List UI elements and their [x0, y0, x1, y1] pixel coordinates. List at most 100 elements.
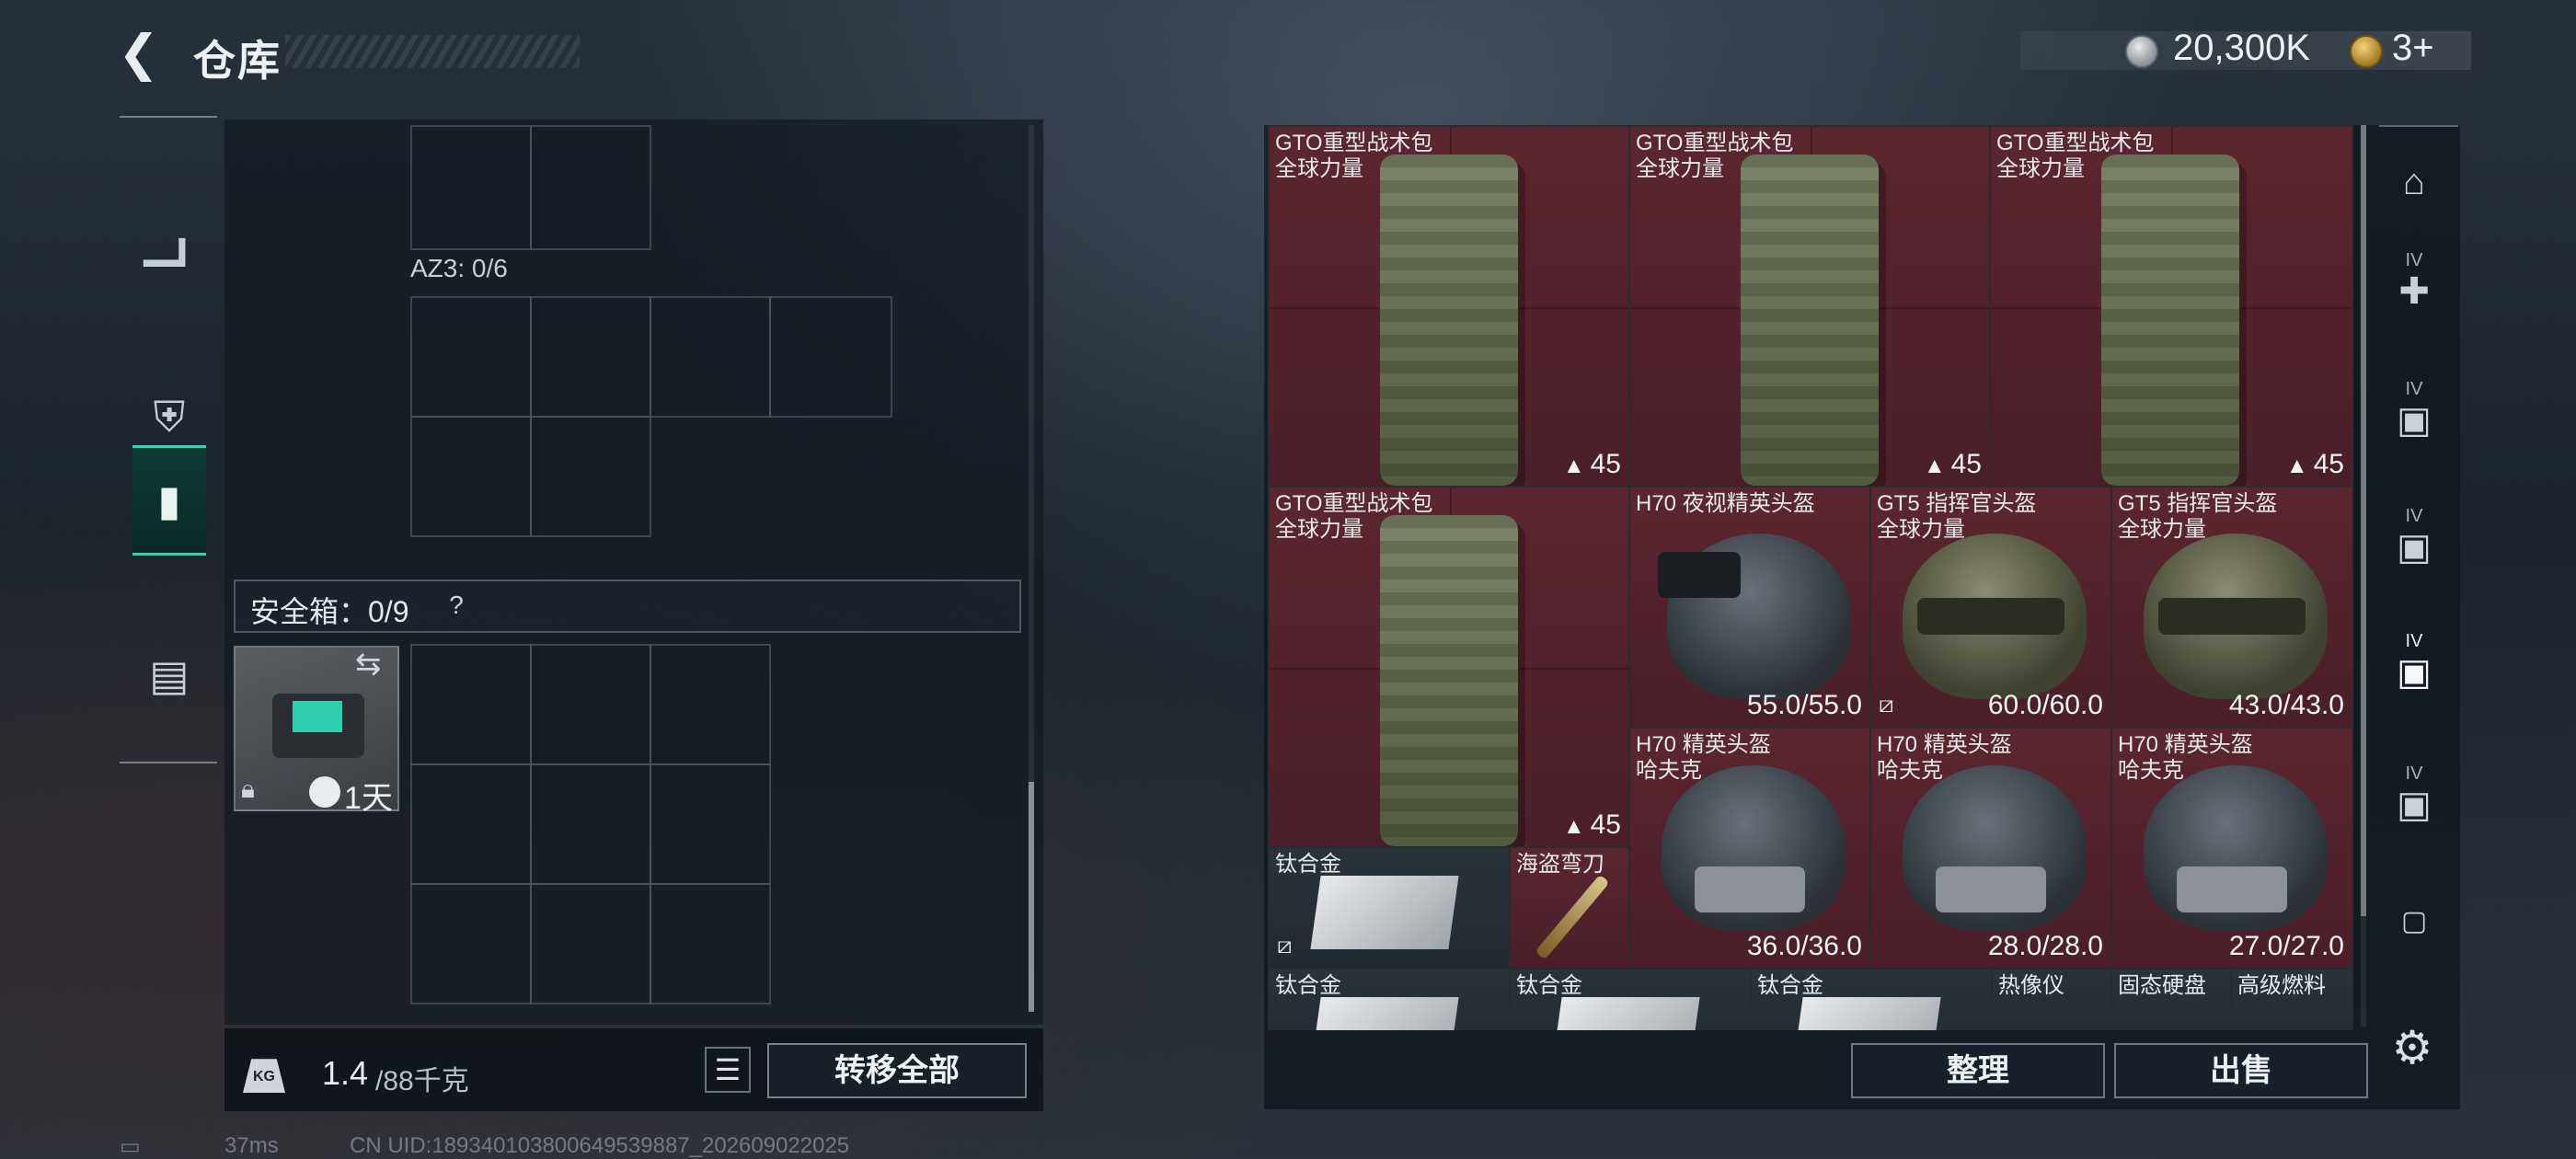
item-name: GTO重型战术包 全球力量 — [1275, 491, 1433, 542]
ticket-value[interactable]: 3+ — [2392, 28, 2434, 69]
slot-cell[interactable] — [530, 763, 651, 885]
item-capacity: ▲ 45 — [1562, 809, 1621, 840]
stash-item-helmet[interactable]: GT5 指挥官头盔 全球力量 43.0/43.0 — [2110, 486, 2353, 729]
item-name: 固态硬盘 — [2118, 973, 2206, 998]
slot-cell[interactable] — [410, 416, 532, 537]
slot-cell[interactable] — [530, 125, 651, 250]
item-name: 钛合金 — [1757, 973, 1823, 998]
slot-cell[interactable] — [530, 883, 651, 1004]
pistol-icon[interactable]: ━┛ — [132, 208, 206, 318]
lock-icon: 🔒︎ — [241, 775, 255, 803]
item-name: GTO重型战术包 全球力量 — [1275, 131, 1433, 181]
slot-cell[interactable] — [410, 125, 532, 250]
item-capacity: ▲ 45 — [2285, 449, 2344, 479]
stash-item-helmet[interactable]: GT5 指挥官头盔 全球力量 ⧄ 60.0/60.0 — [1869, 486, 2112, 729]
briefcase-icon[interactable]: ▤ — [132, 620, 206, 730]
battery-icon: ▭ — [120, 1134, 141, 1159]
stash-item-backpack[interactable]: GTO重型战术包 全球力量 ▲ 45 — [1628, 125, 1991, 488]
gear-icon[interactable]: ⚙ — [2383, 1021, 2442, 1080]
stash-item-knife[interactable]: 海盗弯刀 — [1509, 846, 1630, 970]
container-active-icon[interactable]: IV ▣ — [2385, 631, 2444, 693]
swap-icon[interactable]: ⇆ — [355, 646, 382, 683]
item-name: GT5 指挥官头盔 全球力量 — [1877, 491, 2037, 542]
stash-item-titanium[interactable]: 钛合金 ⧄ — [1268, 846, 1511, 970]
coin-icon — [2125, 35, 2158, 68]
expand-add-icon[interactable]: IV ✚ — [2385, 250, 2444, 312]
item-name: 钛合金 — [1275, 852, 1341, 877]
stash-item-helmet[interactable]: H70 精英头盔 哈夫克 28.0/28.0 — [1869, 727, 2112, 970]
slot-cell[interactable] — [650, 763, 771, 885]
item-name: 钛合金 — [1516, 973, 1582, 998]
safebox-label: 安全箱：0/9 — [250, 595, 409, 628]
scrollbar-thumb[interactable] — [2361, 125, 2366, 916]
no-trade-icon: ⧄ — [1879, 690, 1894, 717]
ping-value: 37ms — [224, 1133, 279, 1158]
coin-value: 20,300K — [2173, 28, 2311, 68]
slot-cell[interactable] — [530, 416, 651, 537]
item-name: 海盗弯刀 — [1516, 852, 1604, 877]
transfer-all-button[interactable]: 转移全部 — [767, 1043, 1027, 1098]
container-icon[interactable]: IV ▣ — [2385, 763, 2444, 825]
capacity-icon: ▲ — [1923, 453, 1946, 478]
lock-icon[interactable]: ▢ — [2385, 901, 2444, 960]
stash-item-helmet[interactable]: H70 精英头盔 哈夫克 27.0/27.0 — [2110, 727, 2353, 970]
item-name: GT5 指挥官头盔 全球力量 — [2118, 491, 2278, 542]
slot-cell[interactable] — [410, 883, 532, 1004]
slot-cell[interactable] — [410, 763, 532, 885]
stash-home-icon[interactable]: ⌂ — [2385, 162, 2444, 221]
stash-item-helmet[interactable]: H70 夜视精英头盔 55.0/55.0 — [1628, 486, 1871, 729]
title-decoration — [285, 35, 580, 68]
stash-grid: GTO重型战术包 全球力量 ▲ 45 GTO重型战术包 全球力量 ▲ 45 GTO重型战… — [1268, 125, 2355, 1030]
item-durability: 27.0/27.0 — [2228, 931, 2344, 961]
container-icon[interactable]: IV ▣ — [2385, 506, 2444, 568]
stash-item-fuel[interactable]: 高级燃料 — [2230, 968, 2353, 1030]
stash-item-backpack[interactable]: GTO重型战术包 全球力量 ▲ 45 — [1268, 486, 1630, 848]
sell-button[interactable]: 出售 — [2114, 1043, 2368, 1098]
stash-item-titanium[interactable]: 钛合金 — [1509, 968, 1752, 1030]
no-trade-icon: ⧄ — [1277, 931, 1293, 958]
slot-cell[interactable] — [530, 644, 651, 765]
help-icon[interactable]: ? — [438, 591, 475, 624]
sort-button[interactable]: 整理 — [1851, 1043, 2105, 1098]
stash-item-backpack[interactable]: GTO重型战术包 全球力量 ▲ 45 — [1268, 125, 1630, 488]
user-uid: CN UID:189340103800649539887_20260902202… — [350, 1133, 850, 1158]
stash-item-helmet[interactable]: H70 精英头盔 哈夫克 36.0/36.0 — [1628, 727, 1871, 970]
slot-cell[interactable] — [650, 644, 771, 765]
container-icon[interactable]: IV ▣ — [2385, 379, 2444, 441]
item-name: 热像仪 — [1998, 973, 2064, 998]
slot-cell[interactable] — [650, 883, 771, 1004]
slot-cell[interactable] — [410, 644, 532, 765]
az3-label: AZ3: 0/6 — [410, 254, 508, 282]
item-durability: 60.0/60.0 — [1987, 690, 2103, 720]
back-arrow-icon[interactable]: ❮ — [118, 28, 169, 79]
stash-item-titanium[interactable]: 钛合金 — [1268, 968, 1511, 1030]
item-name: H70 精英头盔 哈夫克 — [2118, 732, 2253, 783]
item-durability: 55.0/55.0 — [1746, 690, 1862, 720]
item-name: 钛合金 — [1275, 973, 1341, 998]
stash-item-backpack[interactable]: GTO重型战术包 全球力量 ▲ 45 — [1989, 125, 2353, 488]
slot-cell[interactable] — [769, 296, 892, 418]
ticket-icon — [2350, 35, 2383, 68]
capacity-icon: ▲ — [1562, 453, 1585, 478]
scrollbar-thumb[interactable] — [1029, 782, 1034, 1012]
category-rail: ━┛ ⛨ ▮ ▤ — [120, 116, 217, 763]
item-capacity: ▲ 45 — [1923, 449, 1982, 479]
slot-cell[interactable] — [650, 296, 771, 418]
item-name: GTO重型战术包 全球力量 — [1996, 131, 2155, 181]
item-capacity: ▲ 45 — [1562, 449, 1621, 479]
stash-item-ssd[interactable]: 固态硬盘 — [2110, 968, 2232, 1030]
backpack-icon[interactable]: ▮ — [132, 445, 206, 556]
item-durability: 28.0/28.0 — [1987, 931, 2103, 961]
slot-cell[interactable] — [410, 296, 532, 418]
item-name: GTO重型战术包 全球力量 — [1636, 131, 1794, 181]
page-title: 仓库 — [193, 37, 282, 85]
capacity-icon: ▲ — [2285, 453, 2308, 478]
stash-item-titanium[interactable]: 钛合金 — [1750, 968, 1993, 1030]
item-name: H70 精英头盔 哈夫克 — [1636, 732, 1771, 783]
item-name: H70 精英头盔 哈夫克 — [1877, 732, 2012, 783]
slot-cell[interactable] — [530, 296, 651, 418]
clock-icon — [309, 776, 340, 808]
stash-item-thermal[interactable]: 热像仪 — [1991, 968, 2112, 1030]
weight-current: 1.4 — [322, 1054, 369, 1092]
list-view-icon[interactable]: ☰ — [705, 1047, 751, 1093]
